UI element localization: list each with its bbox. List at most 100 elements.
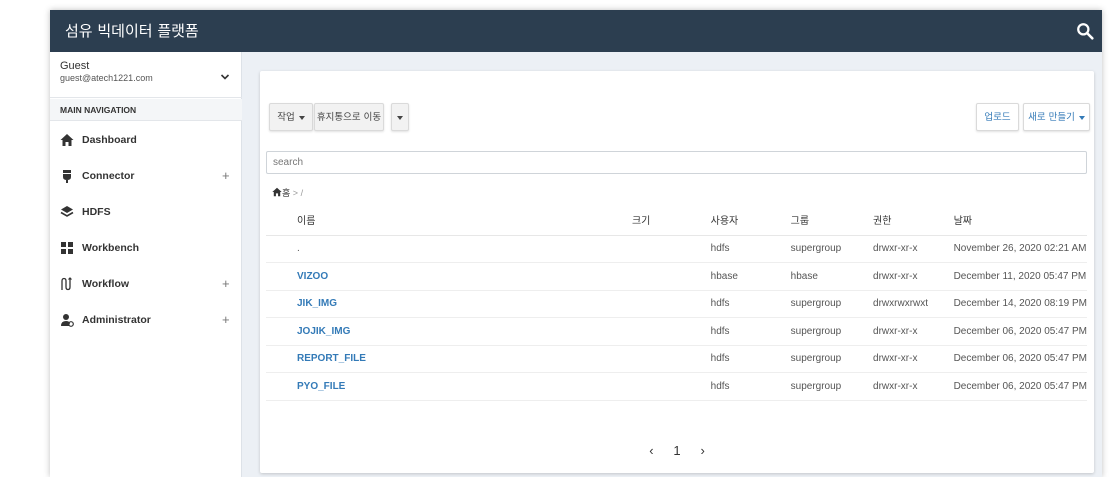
file-size — [631, 372, 711, 401]
file-date: December 14, 2020 08:19 PM — [953, 290, 1087, 318]
app-window: 섬유 빅데이터 플랫폼 Guest guest@atech1221.com MA… — [50, 10, 1102, 477]
sidebar-item-label: Workflow — [82, 278, 130, 290]
file-permission: drwxr-xr-x — [873, 262, 954, 291]
plus-icon[interactable]: + — [222, 158, 230, 194]
breadcrumb-home[interactable]: 홈 — [272, 187, 290, 199]
column-header-size[interactable]: 크기 — [631, 205, 711, 236]
main-navigation-heading: MAIN NAVIGATION — [50, 99, 242, 121]
pagination: ‹ 1 › — [260, 443, 1094, 458]
file-group: supergroup — [790, 290, 874, 318]
table-row[interactable]: . hdfs supergroup drwxr-xr-x November 26… — [266, 235, 1087, 263]
sidebar-item-label: Administrator — [82, 314, 151, 326]
sidebar-item-hdfs[interactable]: HDFS — [50, 194, 242, 230]
table-row[interactable]: PYO_FILE hdfs supergroup drwxr-xr-x Dece… — [266, 372, 1087, 401]
plus-icon[interactable]: + — [222, 302, 230, 338]
file-name-link[interactable]: PYO_FILE — [266, 372, 632, 401]
breadcrumb-separator: > — [292, 188, 299, 198]
column-header-user[interactable]: 사용자 — [710, 205, 791, 236]
new-dropdown-button[interactable]: 새로 만들기 — [1023, 103, 1090, 131]
layers-icon — [60, 206, 74, 217]
breadcrumb-path[interactable]: / — [301, 188, 304, 198]
sidebar-item-label: Workbench — [82, 242, 139, 254]
file-permission: drwxr-xr-x — [873, 317, 954, 346]
caret-down-icon — [397, 115, 403, 120]
table-row[interactable]: JOJIK_IMG hdfs supergroup drwxr-xr-x Dec… — [266, 317, 1087, 346]
chevron-down-icon[interactable] — [220, 72, 230, 82]
breadcrumb: 홈 > / — [272, 187, 303, 199]
file-group: supergroup — [790, 235, 874, 263]
file-name-link[interactable]: VIZOO — [266, 262, 632, 291]
more-options-dropdown[interactable] — [391, 103, 409, 131]
file-group: supergroup — [790, 345, 874, 373]
file-table: 이름 크기 사용자 그룹 권한 날짜 . hdfs supergroup drw… — [266, 205, 1087, 401]
user-name: Guest — [60, 60, 90, 72]
workflow-icon — [61, 277, 72, 291]
file-user: hdfs — [710, 235, 791, 263]
sidebar-item-label: Dashboard — [82, 134, 137, 146]
file-date: December 11, 2020 05:47 PM — [953, 262, 1087, 291]
column-header-date[interactable]: 날짜 — [953, 205, 1087, 236]
home-icon — [272, 187, 282, 197]
grid-icon — [61, 242, 73, 254]
upload-button[interactable]: 업로드 — [976, 103, 1019, 131]
sidebar-item-administrator[interactable]: Administrator + — [50, 302, 242, 338]
column-header-group[interactable]: 그룹 — [790, 205, 874, 236]
file-name-link[interactable]: JOJIK_IMG — [266, 317, 632, 346]
search-input[interactable] — [266, 151, 1087, 174]
sidebar-item-workflow[interactable]: Workflow + — [50, 266, 242, 302]
plus-icon[interactable]: + — [222, 266, 230, 302]
file-user: hdfs — [710, 372, 791, 401]
file-size — [631, 290, 711, 318]
file-user: hdfs — [710, 345, 791, 373]
file-permission: drwxr-xr-x — [873, 372, 954, 401]
sidebar-item-label: Connector — [82, 170, 135, 182]
user-panel[interactable]: Guest guest@atech1221.com — [50, 52, 242, 98]
user-email: guest@atech1221.com — [60, 73, 153, 83]
file-name-link[interactable]: REPORT_FILE — [266, 345, 632, 373]
top-header: 섬유 빅데이터 플랫폼 — [50, 10, 1102, 52]
prev-page-button[interactable]: ‹ — [640, 443, 662, 458]
file-name-link[interactable]: JIK_IMG — [266, 290, 632, 318]
file-date: December 06, 2020 05:47 PM — [953, 345, 1087, 373]
table-row[interactable]: VIZOO hbase hbase drwxr-xr-x December 11… — [266, 262, 1087, 291]
page-number-current[interactable]: 1 — [666, 443, 688, 458]
app-title[interactable]: 섬유 빅데이터 플랫폼 — [65, 10, 199, 52]
caret-down-icon — [1078, 115, 1085, 120]
search-icon[interactable] — [1076, 22, 1094, 40]
move-to-trash-button[interactable]: 휴지통으로 이동 — [314, 103, 384, 131]
file-user: hdfs — [710, 317, 791, 346]
table-row[interactable]: JIK_IMG hdfs supergroup drwxrwxrwxt Dece… — [266, 290, 1087, 318]
file-user: hbase — [710, 262, 791, 291]
file-permission: drwxr-xr-x — [873, 345, 954, 373]
file-date: December 06, 2020 05:47 PM — [953, 372, 1087, 401]
file-date: November 26, 2020 02:21 AM — [953, 235, 1087, 263]
file-permission: drwxr-xr-x — [873, 235, 954, 263]
file-group: supergroup — [790, 372, 874, 401]
file-size — [631, 317, 711, 346]
caret-down-icon — [298, 115, 305, 120]
home-icon — [60, 134, 74, 146]
action-dropdown-button[interactable]: 작업 — [269, 103, 313, 131]
upload-label: 업로드 — [984, 112, 1011, 123]
table-row[interactable]: REPORT_FILE hdfs supergroup drwxr-xr-x D… — [266, 345, 1087, 373]
user-gear-icon — [61, 314, 74, 327]
file-name[interactable]: . — [266, 235, 632, 263]
file-group: hbase — [790, 262, 874, 291]
file-permission: drwxrwxrwxt — [873, 290, 954, 318]
sidebar-item-connector[interactable]: Connector + — [50, 158, 242, 194]
file-size — [631, 262, 711, 291]
new-label: 새로 만들기 — [1028, 112, 1075, 123]
plug-icon — [63, 170, 71, 183]
file-size — [631, 235, 711, 263]
column-header-name[interactable]: 이름 — [266, 205, 632, 236]
table-header-row: 이름 크기 사용자 그룹 권한 날짜 — [266, 205, 1087, 236]
action-button-label: 작업 — [277, 112, 295, 123]
sidebar-item-workbench[interactable]: Workbench — [50, 230, 242, 266]
next-page-button[interactable]: › — [692, 443, 714, 458]
sidebar: Guest guest@atech1221.com MAIN NAVIGATIO… — [50, 52, 242, 477]
column-header-permission[interactable]: 권한 — [873, 205, 954, 236]
sidebar-item-dashboard[interactable]: Dashboard — [50, 122, 242, 158]
file-browser-panel: 작업 휴지통으로 이동 업로드 새로 만들기 홈 > / 이름 크기 사용자 — [260, 71, 1094, 473]
file-user: hdfs — [710, 290, 791, 318]
file-group: supergroup — [790, 317, 874, 346]
